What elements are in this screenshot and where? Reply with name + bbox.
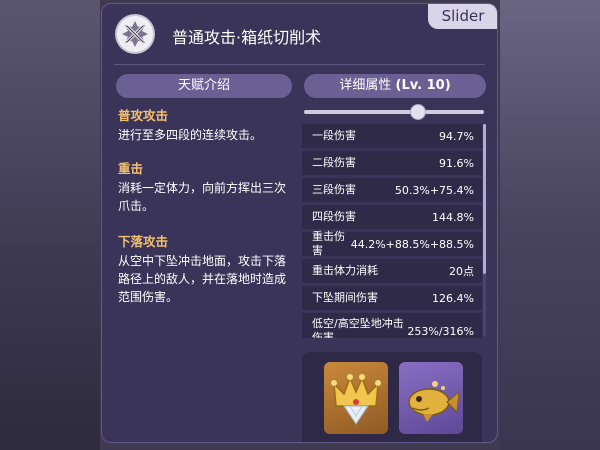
stat-label: 下坠期间伤害 [312, 291, 378, 304]
level-slider-track[interactable] [304, 110, 484, 114]
stat-value: 20点 [449, 265, 474, 278]
stat-value: 126.4% [432, 291, 474, 305]
stat-value: 94.7% [439, 129, 474, 143]
stat-row: 下坠期间伤害 126.4% [302, 286, 482, 310]
stat-value: 50.3%+75.4% [394, 183, 474, 197]
stat-value: 253%/316% [407, 324, 474, 338]
skill-normal-attack: 普攻攻击 进行至多四段的连续攻击。 [118, 108, 290, 144]
stat-row: 三段伤害 50.3%+75.4% [302, 178, 482, 202]
stat-label: 一段伤害 [312, 129, 356, 142]
skill-description: 消耗一定体力，向前方挥出三次爪击。 [118, 181, 287, 213]
materials-panel [302, 352, 482, 442]
stat-row: 一段伤害 94.7% [302, 124, 482, 148]
stat-label: 重击体力消耗 [312, 264, 378, 277]
crossed-swords-icon [117, 16, 153, 52]
skill-name: 重击 [118, 161, 144, 176]
background-left [0, 0, 100, 450]
golden-fish-icon[interactable] [399, 362, 463, 434]
stat-row: 重击体力消耗 20点 [302, 259, 482, 283]
stats-list[interactable]: 一段伤害 94.7% 二段伤害 91.6% 三段伤害 50.3%+75.4% 四段伤害… [302, 124, 482, 338]
stats-scrollbar-thumb[interactable] [483, 124, 486, 274]
stat-value: 144.8% [432, 210, 474, 224]
talent-panel: Slider 普通攻击·箱纸切削术 天赋介绍 详细属性 (Lv. 10) 普攻攻… [101, 3, 498, 443]
stat-label: 四段伤害 [312, 210, 356, 223]
header-divider [114, 64, 485, 65]
stat-label: 三段伤害 [312, 183, 356, 196]
skill-description: 从空中下坠冲击地面，攻击下落路径上的敌人，并在落地时造成范围伤害。 [118, 254, 287, 304]
stat-label: 二段伤害 [312, 156, 356, 169]
skill-name: 普攻攻击 [118, 108, 169, 123]
stat-row: 重击伤害 44.2%+88.5%+88.5% [302, 230, 482, 257]
level-slider-thumb[interactable] [410, 104, 426, 120]
stat-value: 91.6% [439, 156, 474, 170]
background-right [500, 0, 600, 450]
stat-value: 44.2%+88.5%+88.5% [350, 237, 474, 251]
crown-icon[interactable] [324, 362, 388, 434]
stat-label: 低空/高空坠地冲击 伤害 [312, 317, 404, 338]
tab-detail-attributes[interactable]: 详细属性 (Lv. 10) [304, 74, 486, 98]
slider-tag: Slider [428, 4, 497, 29]
skill-description: 进行至多四段的连续攻击。 [118, 128, 263, 142]
tab-talent-intro[interactable]: 天赋介绍 [116, 74, 292, 98]
stat-row: 二段伤害 91.6% [302, 151, 482, 175]
skill-name: 下落攻击 [118, 234, 169, 249]
skill-title: 普通攻击·箱纸切削术 [172, 28, 322, 47]
skill-plunging-attack: 下落攻击 从空中下坠冲击地面，攻击下落路径上的敌人，并在落地时造成范围伤害。 [118, 234, 290, 306]
stat-row: 四段伤害 144.8% [302, 205, 482, 229]
skill-charged-attack: 重击 消耗一定体力，向前方挥出三次爪击。 [118, 161, 290, 215]
detail-tab-level: (Lv. 10) [395, 78, 451, 93]
stat-label: 重击伤害 [312, 230, 345, 257]
stat-row: 低空/高空坠地冲击 伤害 253%/316% [302, 313, 482, 338]
detail-tab-label: 详细属性 [339, 78, 396, 93]
